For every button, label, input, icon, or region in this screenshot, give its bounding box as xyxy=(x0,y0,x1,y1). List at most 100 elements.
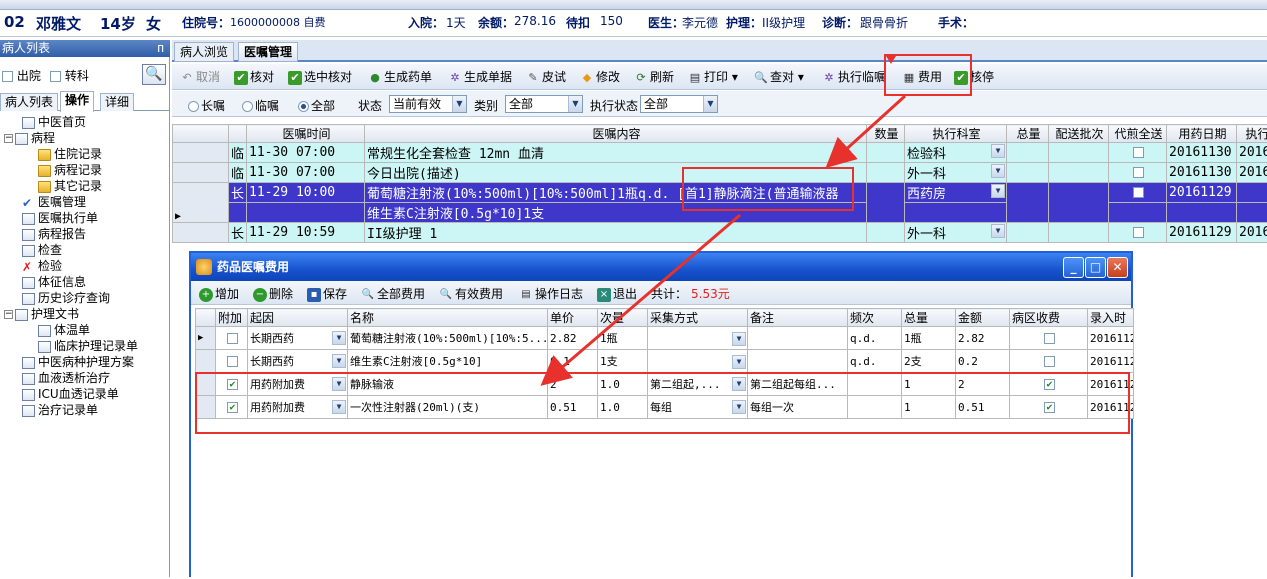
verify-stop-button[interactable]: ✔核停 xyxy=(954,69,994,85)
add-checkbox[interactable] xyxy=(227,356,238,367)
tree-item-treatment-record[interactable]: 治疗记录单 xyxy=(22,402,98,418)
add-checkbox[interactable] xyxy=(227,333,238,344)
search-icon[interactable]: 🔍 xyxy=(142,64,166,85)
valid-fees-button[interactable]: 🔍有效费用 xyxy=(439,285,503,302)
maximize-button[interactable]: □ xyxy=(1085,257,1106,278)
delete-button[interactable]: −删除 xyxy=(253,285,293,302)
col-exec-dept[interactable]: 执行科室 xyxy=(905,125,1007,143)
decoction-checkbox[interactable] xyxy=(1133,187,1144,198)
method-select[interactable]: ▼ xyxy=(648,350,748,373)
table-row-selected[interactable]: ▶ 长 11-29 10:00 葡萄糖注射液(10%:500ml)[10%:50… xyxy=(173,183,1267,203)
temporary-radio[interactable]: 临嘱 xyxy=(242,97,279,114)
pin-icon[interactable]: ᴨ xyxy=(157,40,164,57)
col-frequency[interactable]: 频次 xyxy=(848,309,902,327)
operation-log-button[interactable]: ▤操作日志 xyxy=(519,285,583,302)
method-select[interactable]: ▼ xyxy=(648,327,748,350)
generate-slip-button[interactable]: ✲生成单据 xyxy=(448,69,512,85)
col-add[interactable]: 附加 xyxy=(216,309,248,327)
exec-dept-select[interactable]: 外一科▼ xyxy=(905,223,1007,243)
col-amount[interactable]: 金额 xyxy=(956,309,1010,327)
tree-item-other-record[interactable]: 其它记录 xyxy=(38,178,102,194)
cancel-button[interactable]: ↶取消 xyxy=(180,69,220,85)
cause-select[interactable]: 长期西药▼ xyxy=(248,327,348,350)
edit-button[interactable]: ◆修改 xyxy=(580,69,620,85)
col-cause[interactable]: 起因 xyxy=(248,309,348,327)
col-price[interactable]: 单价 xyxy=(548,309,598,327)
table-row[interactable]: 临 11-30 07:00 常规生化全套检查 12mn 血清 检验科▼ 2016… xyxy=(173,143,1267,163)
tree-item-clinical-nursing-record[interactable]: 临床护理记录单 xyxy=(38,338,138,354)
tab-patient-list[interactable]: 病人列表 xyxy=(0,93,58,111)
type-select[interactable]: 全部▼ xyxy=(505,95,583,113)
table-row[interactable]: 临 11-30 07:00 今日出院(描述) 外一科▼ 20161130 201… xyxy=(173,163,1267,183)
exec-dept-select[interactable]: 检验科▼ xyxy=(905,143,1007,163)
add-checkbox[interactable] xyxy=(227,379,238,390)
col-name[interactable]: 名称 xyxy=(348,309,548,327)
cause-select[interactable]: 用药附加费▼ xyxy=(248,373,348,396)
discharge-checkbox[interactable] xyxy=(2,71,13,82)
tab-detail[interactable]: 详细 xyxy=(100,93,134,111)
exec-dept-select[interactable]: 外一科▼ xyxy=(905,163,1007,183)
tree-item-vital-signs[interactable]: 体征信息 xyxy=(22,274,86,290)
dialog-title-bar[interactable]: 药品医嘱费用 _ □ ✕ xyxy=(191,253,1131,281)
fee-row[interactable]: 用药附加费▼ 一次性注射器(20ml)(支) 0.51 1.0 每组▼ 每组一次… xyxy=(196,396,1134,419)
col-med-date[interactable]: 用药日期 xyxy=(1167,125,1237,143)
tree-item-course-record[interactable]: 病程记录 xyxy=(38,162,102,178)
col-delivery-batch[interactable]: 配送批次 xyxy=(1049,125,1109,143)
tree-item-tcm-nursing-plan[interactable]: 中医病种护理方案 xyxy=(22,354,134,370)
col-entry-time[interactable]: 录入时 xyxy=(1088,309,1134,327)
tree-item-admission-record[interactable]: 住院记录 xyxy=(38,146,102,162)
verify-button[interactable]: ✔核对 xyxy=(234,69,274,85)
all-fees-button[interactable]: 🔍全部费用 xyxy=(361,285,425,302)
col-decoction[interactable]: 代煎全送 xyxy=(1109,125,1167,143)
fee-button[interactable]: ▦费用 xyxy=(902,69,942,85)
col-total[interactable]: 总量 xyxy=(1007,125,1049,143)
exec-dept-select[interactable]: 西药房▼ xyxy=(905,183,1007,203)
ward-fee-checkbox[interactable] xyxy=(1044,379,1055,390)
tree-item-nursing-docs[interactable]: −护理文书 xyxy=(4,306,79,322)
skin-test-button[interactable]: ✎皮试 xyxy=(526,69,566,85)
tree-item-hemodialysis[interactable]: 血液透析治疗 xyxy=(22,370,110,386)
close-button[interactable]: ✕ xyxy=(1107,257,1128,278)
tree-item-examination[interactable]: 检查 xyxy=(22,242,62,258)
generate-drug-list-button[interactable]: ●生成药单 xyxy=(368,69,432,85)
tab-operation[interactable]: 操作 xyxy=(60,91,94,112)
minimize-button[interactable]: _ xyxy=(1063,257,1084,278)
tree-item-tcm-home[interactable]: 中医首页 xyxy=(22,114,86,130)
collapse-icon[interactable]: − xyxy=(4,134,13,143)
decoction-checkbox[interactable] xyxy=(1133,167,1144,178)
print-button[interactable]: ▤打印 ▾ xyxy=(688,69,738,85)
tree-item-course[interactable]: −病程 xyxy=(4,130,55,146)
execute-temp-order-button[interactable]: ✲执行临嘱 xyxy=(822,69,886,85)
col-method[interactable]: 采集方式 xyxy=(648,309,748,327)
status-select[interactable]: 当前有效▼ xyxy=(389,95,467,113)
tree-item-course-report[interactable]: 病程报告 xyxy=(22,226,86,242)
tab-patient-browse[interactable]: 病人浏览 xyxy=(174,42,234,62)
save-button[interactable]: ▪保存 xyxy=(307,285,347,302)
col-dose[interactable]: 次量 xyxy=(598,309,648,327)
ward-fee-checkbox[interactable] xyxy=(1044,402,1055,413)
refresh-button[interactable]: ⟳刷新 xyxy=(634,69,674,85)
transfer-filter[interactable]: 转科 xyxy=(50,67,89,84)
transfer-checkbox[interactable] xyxy=(50,71,61,82)
exit-button[interactable]: ×退出 xyxy=(597,285,637,302)
verify-selected-button[interactable]: ✔选中核对 xyxy=(288,69,352,85)
table-row[interactable]: 长 11-29 10:59 II级护理 1 外一科▼ 20161129 2016… xyxy=(173,223,1267,243)
col-total[interactable]: 总量 xyxy=(902,309,956,327)
col-ward-fee[interactable]: 病区收费 xyxy=(1010,309,1088,327)
col-exec-date[interactable]: 执行日期 xyxy=(1237,125,1267,143)
tree-item-lab-test[interactable]: ✗检验 xyxy=(22,258,62,274)
decoction-checkbox[interactable] xyxy=(1133,227,1144,238)
tree-item-icu-dialysis-record[interactable]: ICU血透记录单 xyxy=(22,386,119,402)
fee-row[interactable]: 长期西药▼ 维生素C注射液[0.5g*10] 0.1 1支 ▼ q.d. 2支 … xyxy=(196,350,1134,373)
fee-row[interactable]: 用药附加费▼ 静脉输液 2 1.0 第二组起,...▼ 第二组起每组... 1 … xyxy=(196,373,1134,396)
method-select[interactable]: 第二组起,...▼ xyxy=(648,373,748,396)
exec-status-select[interactable]: 全部▼ xyxy=(640,95,718,113)
col-order-time[interactable]: 医嘱时间 xyxy=(247,125,365,143)
check-query-button[interactable]: 🔍查对 ▾ xyxy=(754,69,804,85)
add-checkbox[interactable] xyxy=(227,402,238,413)
ward-fee-checkbox[interactable] xyxy=(1044,356,1055,367)
collapse-icon[interactable]: − xyxy=(4,310,13,319)
add-button[interactable]: +增加 xyxy=(199,285,239,302)
tree-item-order-management[interactable]: ✔医嘱管理 xyxy=(22,194,86,210)
col-quantity[interactable]: 数量 xyxy=(867,125,905,143)
